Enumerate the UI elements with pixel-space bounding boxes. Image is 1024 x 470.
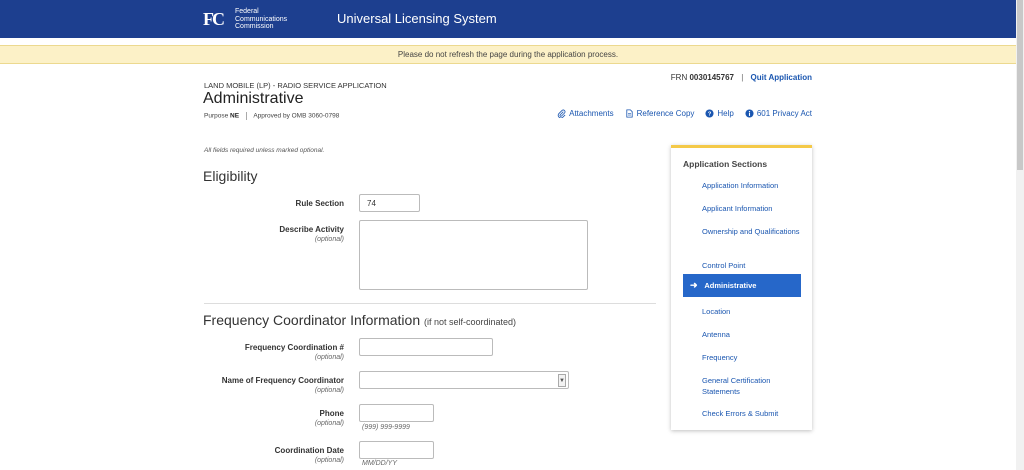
coordination-date-optional: (optional)	[314, 457, 344, 464]
purpose-divider	[245, 112, 247, 120]
phone-label: Phone (optional)	[144, 409, 344, 427]
coordination-date-label: Coordination Date (optional)	[144, 446, 344, 464]
sidebar-item-application-information[interactable]: Application Information	[683, 181, 801, 192]
attachments-label: Attachments	[569, 109, 614, 118]
app-title: Universal Licensing System	[337, 11, 497, 26]
top-header-bar: FC Federal Communications Commission Uni…	[0, 0, 1016, 38]
page-toolbar: Attachments Reference Copy ? Help 601 Pr…	[557, 109, 812, 118]
privacy-act-link[interactable]: 601 Privacy Act	[745, 109, 812, 118]
rule-section-input[interactable]: 74	[359, 194, 420, 212]
frequency-coordinator-select[interactable]: ▼	[359, 371, 569, 389]
describe-activity-optional: (optional)	[314, 236, 344, 243]
svg-text:?: ?	[708, 112, 712, 118]
describe-activity-label-text: Describe Activity	[279, 225, 344, 234]
phone-optional: (optional)	[314, 420, 344, 427]
sidebar-item-general-certification-statements[interactable]: General Certification Statements	[683, 376, 801, 397]
coordination-date-format-hint: MM/DD/YY	[362, 460, 397, 467]
frn-value: 0030145767	[689, 73, 734, 82]
sidebar-item-control-point[interactable]: Control Point	[683, 261, 801, 272]
purpose-value: NE	[230, 112, 240, 120]
paperclip-icon	[558, 109, 566, 118]
phone-input[interactable]	[359, 404, 434, 422]
reference-copy-label: Reference Copy	[636, 109, 695, 118]
required-fields-note: All fields required unless marked option…	[204, 147, 325, 154]
question-circle-icon: ?	[705, 109, 714, 118]
frequency-coordinator-name-label: Name of Frequency Coordinator (optional)	[144, 376, 344, 394]
frequency-coordinator-name-optional: (optional)	[314, 387, 344, 394]
sidebar-item-location[interactable]: Location	[683, 307, 801, 318]
coordination-date-input[interactable]	[359, 441, 434, 459]
phone-label-text: Phone	[319, 409, 344, 418]
sidebar-item-administrative-label: Administrative	[704, 281, 757, 290]
page-title: Administrative	[203, 90, 304, 107]
page-scrollbar[interactable]	[1016, 0, 1024, 470]
fcc-logo-mark: FC	[203, 9, 225, 30]
purpose-label: Purpose	[204, 112, 229, 120]
application-sections-sidebar: Application Sections Application Informa…	[671, 145, 812, 430]
agency-line-1: Federal	[235, 8, 259, 15]
quit-application-link[interactable]: Quit Application	[751, 73, 812, 82]
frequency-coordination-number-optional: (optional)	[314, 354, 344, 361]
fcc-logo[interactable]: FC Federal Communications Commission	[203, 8, 287, 31]
sidebar-item-ownership-and-qualifications[interactable]: Ownership and Qualifications	[683, 227, 801, 238]
describe-activity-label: Describe Activity (optional)	[144, 225, 344, 243]
agency-line-2: Communications	[235, 15, 288, 23]
purpose-line: Purpose NE Approved by OMB 3060-0798	[204, 112, 339, 120]
refresh-warning-banner: Please do not refresh the page during th…	[0, 45, 1016, 64]
frn-label: FRN	[670, 73, 688, 82]
frequency-coordination-number-label-text: Frequency Coordination #	[244, 343, 344, 352]
agency-line-3: Commission	[235, 23, 274, 30]
arrow-right-icon: ➜	[690, 280, 698, 290]
sidebar-item-antenna[interactable]: Antenna	[683, 330, 801, 341]
fcc-logo-text: Federal Communications Commission	[235, 8, 287, 31]
scrollbar-thumb[interactable]	[1017, 0, 1023, 170]
section-divider	[204, 303, 656, 304]
frequency-coordinator-heading: Frequency Coordinator Information (if no…	[203, 312, 516, 328]
help-link[interactable]: ? Help	[705, 109, 734, 118]
coordination-date-label-text: Coordination Date	[274, 446, 344, 455]
sidebar-title: Application Sections	[683, 159, 768, 169]
eligibility-heading: Eligibility	[203, 168, 258, 184]
frequency-coordinator-heading-text: Frequency Coordinator Information	[203, 312, 421, 328]
frequency-coordinator-name-label-text: Name of Frequency Coordinator	[221, 376, 344, 385]
chevron-down-icon[interactable]: ▼	[558, 374, 566, 387]
sidebar-item-check-errors-submit[interactable]: Check Errors & Submit	[683, 409, 801, 420]
document-icon	[625, 109, 633, 118]
frequency-coordinator-heading-note: (if not self-coordinated)	[424, 317, 517, 327]
frequency-coordination-number-input[interactable]	[359, 338, 493, 356]
help-label: Help	[717, 109, 734, 118]
frequency-coordination-number-label: Frequency Coordination # (optional)	[144, 343, 344, 361]
application-type: LAND MOBILE (LP) - RADIO SERVICE APPLICA…	[204, 81, 387, 90]
sidebar-item-frequency[interactable]: Frequency	[683, 353, 801, 364]
reference-copy-link[interactable]: Reference Copy	[625, 109, 695, 118]
sidebar-item-applicant-information[interactable]: Applicant Information	[683, 204, 801, 215]
privacy-act-label: 601 Privacy Act	[756, 109, 812, 118]
attachments-link[interactable]: Attachments	[557, 109, 614, 118]
rule-section-label: Rule Section	[295, 199, 344, 208]
frn-bar: FRN 0030145767 | Quit Application	[671, 73, 812, 82]
omb-approval: Approved by OMB 3060-0798	[253, 112, 340, 120]
frn-separator: |	[741, 73, 744, 82]
info-circle-icon	[745, 109, 754, 118]
sidebar-item-administrative[interactable]: ➜ Administrative	[683, 274, 801, 297]
phone-format-hint: (999) 999-9999	[362, 424, 410, 431]
describe-activity-textarea[interactable]	[359, 220, 588, 290]
